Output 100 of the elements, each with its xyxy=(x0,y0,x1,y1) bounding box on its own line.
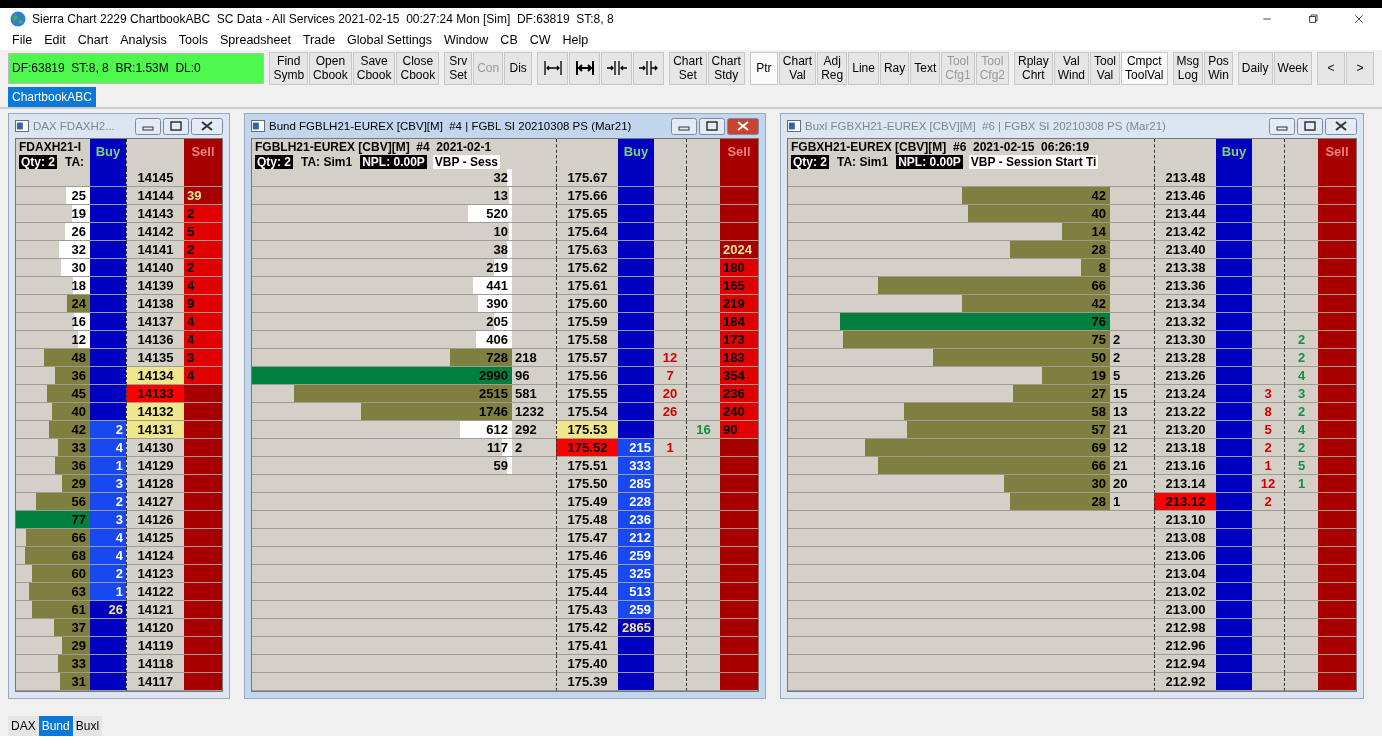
toolbar-button[interactable]: Daily xyxy=(1237,51,1273,85)
buy-cell[interactable] xyxy=(618,169,654,187)
buy-cell[interactable] xyxy=(1216,205,1252,223)
sell-cell[interactable] xyxy=(720,223,758,241)
buy-cell[interactable]: 212 xyxy=(618,529,654,547)
sell-cell[interactable]: 90 xyxy=(720,421,758,439)
toolbar-button[interactable]: Find Symb xyxy=(269,51,309,85)
sell-cell[interactable] xyxy=(1318,403,1356,421)
sell-cell[interactable] xyxy=(1318,277,1356,295)
price-cell[interactable]: 14131 xyxy=(126,421,184,439)
chart-tab[interactable]: Bund xyxy=(38,716,73,736)
buy-cell[interactable] xyxy=(90,241,126,259)
buy-cell[interactable] xyxy=(90,187,126,205)
sell-cell[interactable] xyxy=(184,457,222,475)
sell-cell[interactable] xyxy=(184,565,222,583)
sell-cell[interactable] xyxy=(184,403,222,421)
buy-cell[interactable] xyxy=(90,169,126,187)
menu-item[interactable]: CW xyxy=(523,33,557,47)
sell-cell[interactable]: 165 xyxy=(720,277,758,295)
sell-cell[interactable] xyxy=(184,421,222,439)
buy-cell[interactable] xyxy=(1216,493,1252,511)
price-cell[interactable]: 14132 xyxy=(126,403,184,421)
toolbar-button[interactable]: Week xyxy=(1273,51,1312,85)
sell-cell[interactable] xyxy=(1318,223,1356,241)
sell-cell[interactable] xyxy=(720,619,758,637)
sell-cell[interactable]: 4 xyxy=(184,367,222,385)
sell-cell[interactable] xyxy=(1318,439,1356,457)
buy-cell[interactable] xyxy=(618,223,654,241)
buy-cell[interactable] xyxy=(1216,295,1252,313)
toolbar-button[interactable]: Chart Set xyxy=(669,51,707,85)
sell-cell[interactable] xyxy=(1318,169,1356,187)
toolbar-button[interactable]: Cmpct ToolVal xyxy=(1121,51,1168,85)
menu-item[interactable]: Edit xyxy=(38,33,72,47)
buy-cell[interactable] xyxy=(618,367,654,385)
buy-cell[interactable] xyxy=(90,277,126,295)
buy-cell[interactable] xyxy=(1216,547,1252,565)
buy-cell[interactable]: 1 xyxy=(90,583,126,601)
buy-cell[interactable]: 3 xyxy=(90,511,126,529)
sell-cell[interactable]: 3 xyxy=(184,349,222,367)
buy-cell[interactable] xyxy=(618,313,654,331)
sell-cell[interactable]: 354 xyxy=(720,367,758,385)
sell-cell[interactable] xyxy=(720,601,758,619)
sell-cell[interactable] xyxy=(184,493,222,511)
buy-cell[interactable] xyxy=(90,655,126,673)
toolbar-button[interactable]: Val Wind xyxy=(1053,51,1089,85)
sell-cell[interactable]: 240 xyxy=(720,403,758,421)
buy-cell[interactable]: 4 xyxy=(90,547,126,565)
buy-cell[interactable] xyxy=(1216,583,1252,601)
buy-cell[interactable]: 333 xyxy=(618,457,654,475)
buy-cell[interactable] xyxy=(618,673,654,691)
sell-cell[interactable]: 39 xyxy=(184,187,222,205)
buy-cell[interactable] xyxy=(90,619,126,637)
menu-item[interactable]: Spreadsheet xyxy=(214,33,297,47)
sell-cell[interactable]: 2 xyxy=(184,241,222,259)
sell-cell[interactable] xyxy=(184,619,222,637)
sell-cell[interactable] xyxy=(720,493,758,511)
sell-cell[interactable] xyxy=(184,601,222,619)
buy-cell[interactable] xyxy=(90,385,126,403)
sell-cell[interactable] xyxy=(1318,547,1356,565)
buy-cell[interactable] xyxy=(618,187,654,205)
sell-cell[interactable] xyxy=(184,637,222,655)
buy-cell[interactable]: 215 xyxy=(618,439,654,457)
menu-item[interactable]: Window xyxy=(437,33,495,47)
price-cell[interactable]: 14133 xyxy=(126,385,184,403)
price-cell[interactable]: 175.52 xyxy=(556,439,618,457)
buy-cell[interactable]: 26 xyxy=(90,601,126,619)
buy-cell[interactable] xyxy=(618,331,654,349)
toolbar-button[interactable]: Ptr xyxy=(749,51,778,85)
sell-cell[interactable] xyxy=(720,583,758,601)
buy-cell[interactable]: 4 xyxy=(90,529,126,547)
bar-spacing-button[interactable] xyxy=(633,51,665,85)
minimize-icon[interactable] xyxy=(135,117,161,135)
buy-cell[interactable] xyxy=(90,295,126,313)
sell-cell[interactable] xyxy=(184,529,222,547)
sell-cell[interactable] xyxy=(1318,241,1356,259)
buy-cell[interactable] xyxy=(1216,511,1252,529)
chart-tab[interactable]: Buxl xyxy=(72,716,103,736)
toolbar-button[interactable]: Dis xyxy=(504,51,533,85)
buy-cell[interactable]: 236 xyxy=(618,511,654,529)
buy-cell[interactable] xyxy=(618,655,654,673)
buy-cell[interactable] xyxy=(618,277,654,295)
close-icon[interactable] xyxy=(191,117,223,135)
minimize-icon[interactable] xyxy=(671,117,697,135)
buy-cell[interactable] xyxy=(1216,187,1252,205)
buy-cell[interactable] xyxy=(1216,259,1252,277)
price-cell[interactable]: 213.12 xyxy=(1154,493,1216,511)
buy-cell[interactable]: 259 xyxy=(618,547,654,565)
sell-cell[interactable] xyxy=(1318,385,1356,403)
buy-cell[interactable] xyxy=(1216,241,1252,259)
sell-cell[interactable] xyxy=(720,529,758,547)
buy-cell[interactable] xyxy=(1216,169,1252,187)
sell-cell[interactable]: 2 xyxy=(184,259,222,277)
buy-cell[interactable] xyxy=(618,241,654,259)
buy-cell[interactable] xyxy=(90,313,126,331)
buy-cell[interactable] xyxy=(90,331,126,349)
menu-item[interactable]: CB xyxy=(494,33,524,47)
buy-cell[interactable] xyxy=(1216,619,1252,637)
buy-cell[interactable] xyxy=(1216,475,1252,493)
sell-cell[interactable]: 2 xyxy=(184,205,222,223)
toolbar-button[interactable]: Close Cbook xyxy=(396,51,440,85)
